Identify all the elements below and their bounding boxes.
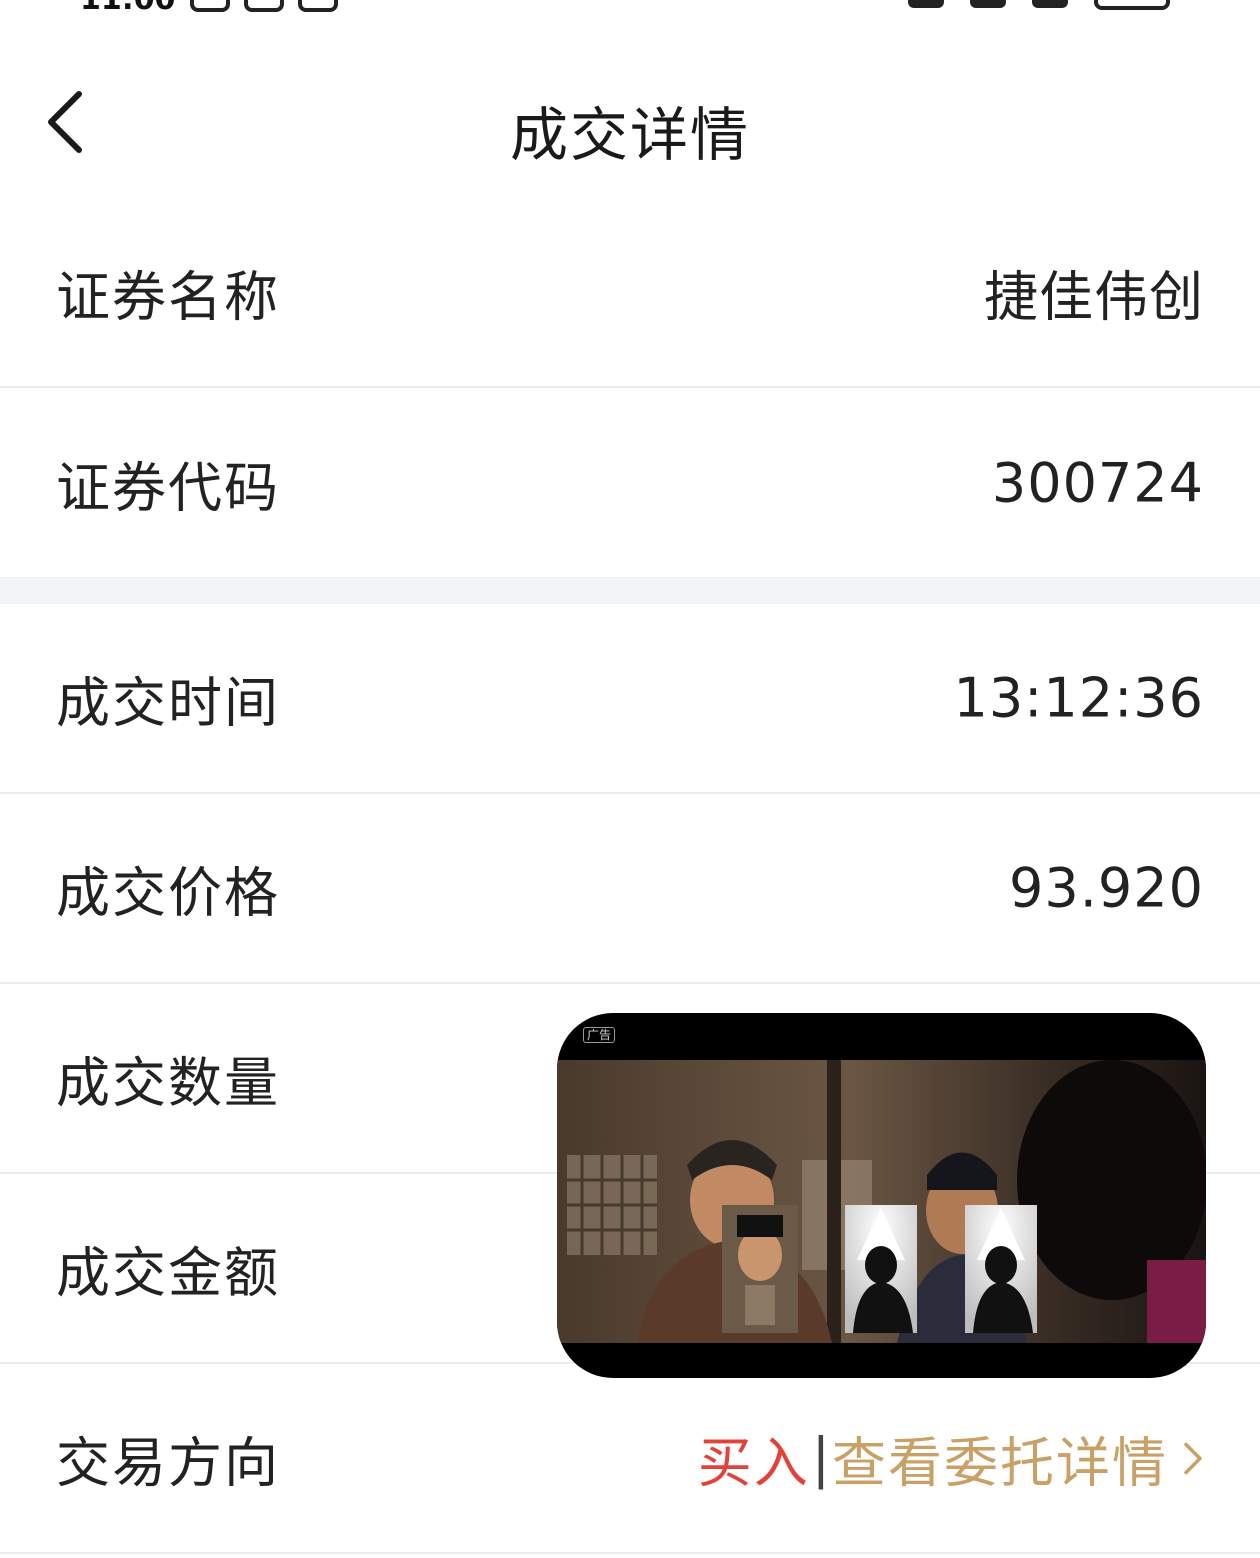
status-bar: 11:00 (0, 0, 1260, 14)
deal-amount-label: 成交金额 (56, 1241, 280, 1305)
section-divider (0, 577, 1260, 604)
notification-icon (243, 0, 284, 12)
status-left: 11:00 (80, 0, 338, 14)
ad-tag: 广告 (583, 1027, 616, 1043)
wifi-icon (970, 0, 1006, 8)
deal-quantity-label: 成交数量 (56, 1051, 280, 1115)
row-security-code: 证券代码 300724 (0, 388, 1260, 578)
security-name-value: 捷佳伟创 (984, 265, 1204, 329)
direction-value: 买入 (697, 1431, 810, 1495)
view-order-details-link[interactable]: 查看委托详情 (832, 1419, 1168, 1498)
video-frame (557, 1060, 1206, 1343)
security-name-label: 证券名称 (56, 265, 280, 329)
deal-price-value: 93.920 (1009, 856, 1204, 920)
page-title: 成交详情 (509, 101, 750, 169)
deal-price-label: 成交价格 (56, 861, 280, 925)
row-security-name: 证券名称 捷佳伟创 (0, 198, 1260, 388)
nfc-icon (908, 0, 944, 8)
notification-icon (297, 0, 338, 12)
status-time: 11:00 (80, 0, 176, 14)
row-deal-price: 成交价格 93.920 (0, 794, 1260, 984)
notification-icon (189, 0, 230, 12)
direction-label: 交易方向 (56, 1431, 280, 1495)
deal-time-label: 成交时间 (56, 671, 280, 735)
direction-separator: | (811, 1426, 830, 1490)
status-right (908, 0, 1170, 10)
floating-video-ad[interactable]: 广告 (557, 1013, 1206, 1378)
row-direction: 交易方向 买入 | 查看委托详情 (0, 1364, 1260, 1554)
chevron-right-icon[interactable] (1182, 1438, 1204, 1478)
direction-value-group: 买入 | 查看委托详情 (698, 1419, 1204, 1498)
security-code-value: 300724 (991, 451, 1204, 515)
header: 成交详情 (0, 60, 1260, 190)
battery-icon (1094, 0, 1170, 10)
security-code-label: 证券代码 (56, 456, 280, 520)
row-deal-time: 成交时间 13:12:36 (0, 604, 1260, 794)
signal-icon (1032, 0, 1068, 8)
deal-time-value: 13:12:36 (953, 666, 1204, 730)
